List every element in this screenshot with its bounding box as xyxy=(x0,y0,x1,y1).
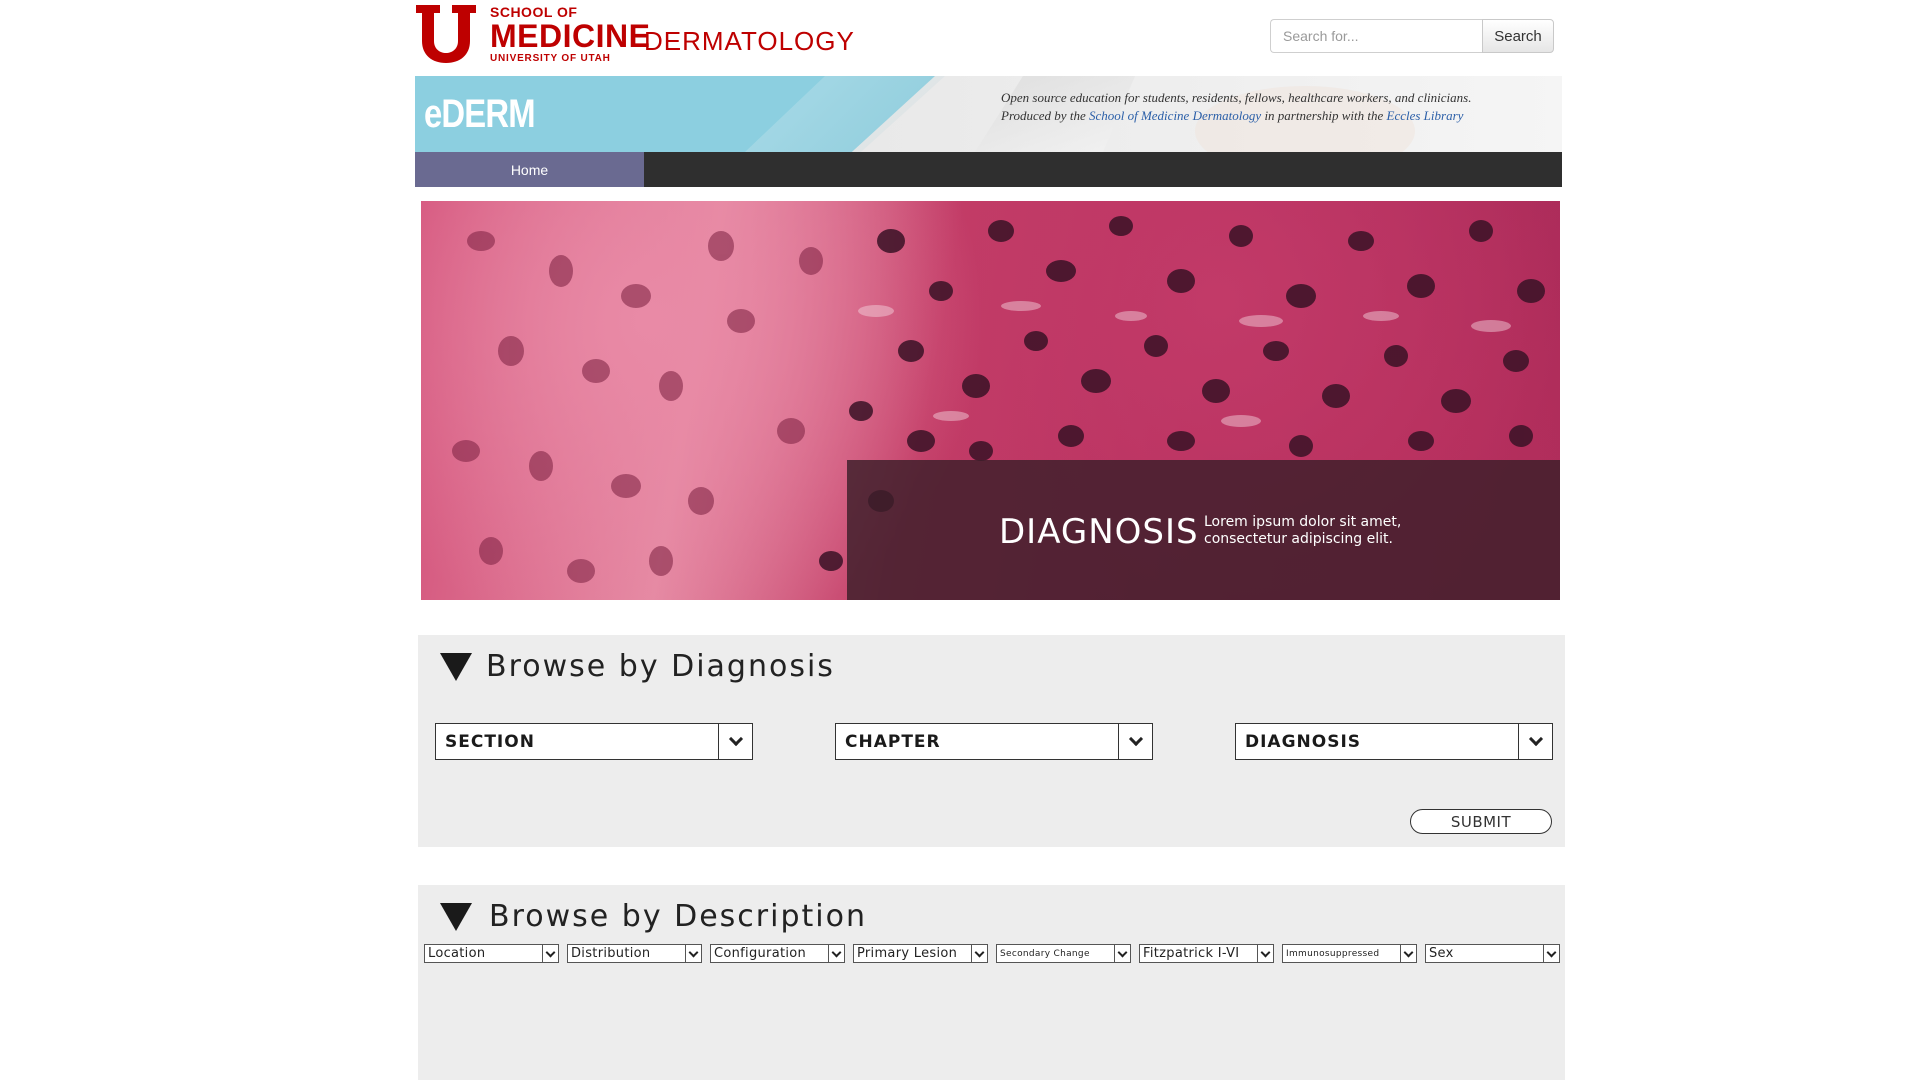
select-label: Secondary Change xyxy=(1000,948,1090,959)
logo-medicine: MEDICINE xyxy=(490,17,651,54)
school-of-medicine-dermatology-link[interactable]: School of Medicine Dermatology xyxy=(1089,108,1261,123)
fitzpatrick-select[interactable]: Fitzpatrick I-VI xyxy=(1139,944,1274,963)
select-label: Fitzpatrick I-VI xyxy=(1143,946,1240,961)
chevron-down-icon[interactable] xyxy=(1543,945,1559,962)
hero-caption-box: DIAGNOSIS Lorem ipsum dolor sit amet, co… xyxy=(847,460,1560,600)
select-label: Distribution xyxy=(571,946,651,961)
chevron-down-icon[interactable] xyxy=(1114,945,1130,962)
sex-select[interactable]: Sex xyxy=(1425,944,1560,963)
dropdown-label: SECTION xyxy=(445,731,535,752)
diagnosis-dropdown[interactable]: DIAGNOSIS xyxy=(1235,723,1553,760)
select-label: Primary Lesion xyxy=(857,946,958,961)
select-label: Location xyxy=(428,946,486,961)
hero-description: Lorem ipsum dolor sit amet, consectetur … xyxy=(1204,514,1401,548)
chevron-down-icon[interactable] xyxy=(685,945,701,962)
chapter-dropdown[interactable]: CHAPTER xyxy=(835,723,1153,760)
utah-u-logo-icon xyxy=(414,5,478,63)
logo-university: UNIVERSITY OF UTAH xyxy=(490,52,611,64)
hero-text-line-1: Lorem ipsum dolor sit amet, xyxy=(1204,514,1402,530)
panel-title: Browse by Description xyxy=(489,899,867,934)
location-select[interactable]: Location xyxy=(424,944,559,963)
dropdown-label: CHAPTER xyxy=(845,731,941,752)
hero-title: DIAGNOSIS xyxy=(999,512,1199,552)
description-filters: Location Distribution Configuration Prim… xyxy=(424,944,1560,963)
logo-school-of: SCHOOL OF xyxy=(490,3,578,20)
chevron-down-icon[interactable] xyxy=(828,945,844,962)
eccles-library-link[interactable]: Eccles Library xyxy=(1387,108,1464,123)
ederm-banner: eDERM Open source education for students… xyxy=(415,76,1562,152)
chevron-down-icon[interactable] xyxy=(1518,724,1552,759)
tagline-middle: in partnership with the xyxy=(1261,108,1387,123)
search-bar: Search xyxy=(1270,19,1554,53)
secondary-change-select[interactable]: Secondary Change xyxy=(996,944,1131,963)
collapse-triangle-icon[interactable] xyxy=(440,652,472,681)
chevron-down-icon[interactable] xyxy=(1118,724,1152,759)
submit-button[interactable]: SUBMIT xyxy=(1410,809,1552,834)
panel-title: Browse by Diagnosis xyxy=(486,649,835,684)
chevron-down-icon[interactable] xyxy=(1257,945,1273,962)
browse-by-diagnosis-panel: Browse by Diagnosis SECTION CHAPTER DIAG… xyxy=(418,635,1565,847)
tagline-prefix: Produced by the xyxy=(1001,108,1089,123)
page: SCHOOL OF MEDICINE UNIVERSITY OF UTAH DE… xyxy=(0,0,1920,1080)
configuration-select[interactable]: Configuration xyxy=(710,944,845,963)
collapse-triangle-icon[interactable] xyxy=(440,902,472,931)
select-label: Configuration xyxy=(714,946,807,961)
tagline-line-2: Produced by the School of Medicine Derma… xyxy=(1001,107,1471,125)
chevron-down-icon[interactable] xyxy=(542,945,558,962)
section-dropdown[interactable]: SECTION xyxy=(435,723,753,760)
browse-by-description-header[interactable]: Browse by Description xyxy=(440,899,867,934)
browse-by-description-panel: Browse by Description Location Distribut… xyxy=(418,885,1565,1080)
select-label: Sex xyxy=(1429,946,1454,961)
hero-text-line-2: consectetur adipiscing elit. xyxy=(1204,531,1393,547)
select-label: Immunosuppressed xyxy=(1286,948,1380,959)
dropdown-label: DIAGNOSIS xyxy=(1245,731,1362,752)
hero-histology-image: DIAGNOSIS Lorem ipsum dolor sit amet, co… xyxy=(421,201,1560,600)
department-title: DERMATOLOGY xyxy=(644,26,855,56)
browse-by-diagnosis-header[interactable]: Browse by Diagnosis xyxy=(440,649,835,684)
tagline-line-1: Open source education for students, resi… xyxy=(1001,90,1472,105)
distribution-select[interactable]: Distribution xyxy=(567,944,702,963)
search-input[interactable] xyxy=(1270,19,1482,53)
search-button[interactable]: Search xyxy=(1482,19,1554,53)
university-logo[interactable]: SCHOOL OF MEDICINE UNIVERSITY OF UTAH xyxy=(414,5,650,63)
main-nav: Home xyxy=(415,152,1562,187)
chevron-down-icon[interactable] xyxy=(971,945,987,962)
banner-tagline: Open source education for students, resi… xyxy=(1001,89,1471,125)
immunosuppressed-select[interactable]: Immunosuppressed xyxy=(1282,944,1417,963)
nav-item-home[interactable]: Home xyxy=(415,152,644,187)
chevron-down-icon[interactable] xyxy=(718,724,752,759)
chevron-down-icon[interactable] xyxy=(1400,945,1416,962)
ederm-logo[interactable]: eDERM xyxy=(424,92,536,137)
primary-lesion-select[interactable]: Primary Lesion xyxy=(853,944,988,963)
